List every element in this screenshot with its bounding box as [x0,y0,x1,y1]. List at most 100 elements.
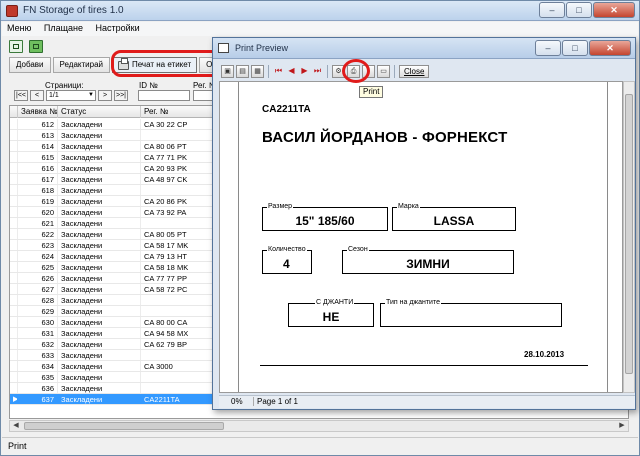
last-page-icon[interactable]: ⏭ [312,65,323,78]
label-customer-name: ВАСИЛ ЙОРДАНОВ - ФОРНЕКСТ [262,129,508,146]
horizontal-scrollbar[interactable]: ◀ ▶ [9,420,629,432]
label-divider [260,365,588,366]
preview-close-text-button[interactable]: Close [399,64,430,78]
row-marker [10,218,18,228]
preview-titlebar[interactable]: Print Preview – □ ✕ [213,38,635,59]
maximize-button[interactable]: □ [566,2,592,18]
scroll-right-icon[interactable]: ▶ [616,421,628,431]
row-marker [10,372,18,382]
cell-status: Заскладени [58,251,141,261]
two-pages-icon[interactable]: ▤ [236,64,249,78]
menu-payment[interactable]: Плащане [39,22,88,34]
print-preview-window: Print Preview – □ ✕ ▣ ▤ ▦ ⏮ ◀ ▶ ⏭ ⚙ ⎙ ▪ … [212,37,636,410]
excel-icon[interactable] [29,40,43,53]
open-folder-icon[interactable]: ▭ [377,64,390,78]
cell-order-no: 618 [18,185,58,195]
size-box: Размер 15" 185/60 [262,202,388,231]
cell-order-no: 619 [18,196,58,206]
cell-reg-no [141,383,221,393]
cell-status: Заскладени [58,306,141,316]
next-page-button[interactable]: > [98,90,112,101]
id-filter-input[interactable] [138,90,190,101]
preview-maximize-button[interactable]: □ [562,40,588,56]
scroll-thumb[interactable] [24,422,224,430]
season-value: ЗИМНИ [406,257,450,271]
print-tooltip: Print [359,86,384,98]
cell-reg-no: CA 48 97 CK [141,174,221,184]
menu-settings[interactable]: Настройки [90,22,144,34]
cell-status: Заскладени [58,207,141,217]
next-page-icon[interactable]: ▶ [299,65,310,78]
cell-status: Заскладени [58,240,141,250]
main-titlebar[interactable]: FN Storage of tires 1.0 – □ ✕ [1,1,639,21]
cell-order-no: 614 [18,141,58,151]
cell-order-no: 632 [18,339,58,349]
table-icon[interactable] [9,40,23,53]
cell-order-no: 613 [18,130,58,140]
cell-reg-no: CA 30 22 CP [141,119,221,129]
cell-status: Заскладени [58,361,141,371]
cell-reg-no [141,350,221,360]
cell-status: Заскладени [58,350,141,360]
preview-close-button[interactable]: ✕ [589,40,631,56]
cell-order-no: 620 [18,207,58,217]
cell-reg-no: CA2211TA [141,394,221,404]
row-marker [10,317,18,327]
cell-order-no: 623 [18,240,58,250]
cell-reg-no: CA 73 92 PA [141,207,221,217]
preview-canvas: CA2211TA ВАСИЛ ЙОРДАНОВ - ФОРНЕКСТ Разме… [219,81,623,393]
close-button[interactable]: ✕ [593,2,635,18]
cell-reg-no: CA 79 13 HT [141,251,221,261]
cell-order-no: 612 [18,119,58,129]
cell-status: Заскладени [58,284,141,294]
cell-reg-no: CA 20 86 PK [141,196,221,206]
cell-reg-no [141,306,221,316]
cell-status: Заскладени [58,174,141,184]
cell-order-no: 631 [18,328,58,338]
row-marker [10,251,18,261]
preview-vertical-scrollbar[interactable] [623,81,635,393]
page-info: Page 1 of 1 [253,397,298,406]
last-page-button[interactable]: >>| [114,90,128,101]
minimize-button[interactable]: – [539,2,565,18]
first-page-button[interactable]: |<< [14,90,28,101]
prev-page-icon[interactable]: ◀ [286,65,297,78]
page-select[interactable]: 1/1 ▼ [46,90,96,101]
icon-toolbar [9,40,43,54]
preview-title: Print Preview [235,43,289,53]
cell-reg-no [141,295,221,305]
row-marker [10,295,18,305]
size-caption: Размер [267,202,294,211]
quantity-box: Количество 4 [262,245,312,274]
first-page-icon[interactable]: ⏮ [273,65,284,78]
preview-minimize-button[interactable]: – [535,40,561,56]
one-page-icon[interactable]: ▣ [221,64,234,78]
cell-status: Заскладени [58,273,141,283]
col-order-no[interactable]: Заявка № [18,106,58,118]
cell-reg-no: CA 58 17 MK [141,240,221,250]
row-marker [10,130,18,140]
cell-status: Заскладени [58,317,141,327]
menu-menu[interactable]: Меню [2,22,36,34]
multi-pages-icon[interactable]: ▦ [251,64,264,78]
row-marker [10,185,18,195]
edit-button[interactable]: Редактирай [52,57,110,73]
row-marker [10,273,18,283]
cell-reg-no: CA 80 06 PT [141,141,221,151]
cell-status: Заскладени [58,328,141,338]
brand-caption: Марка [397,202,420,211]
row-marker [10,141,18,151]
prev-page-button[interactable]: < [30,90,44,101]
scroll-left-icon[interactable]: ◀ [10,421,22,431]
col-status[interactable]: Статус [58,106,141,118]
cell-order-no: 637 [18,394,58,404]
cell-reg-no: CA 20 93 PK [141,163,221,173]
row-marker [10,284,18,294]
cell-reg-no: CA 80 05 PT [141,229,221,239]
app-icon [6,5,18,17]
cell-order-no: 636 [18,383,58,393]
cell-reg-no: CA 77 77 PP [141,273,221,283]
add-button[interactable]: Добави [9,57,51,73]
preview-scroll-thumb[interactable] [625,94,633,374]
col-reg-no[interactable]: Рег. № [141,106,221,118]
